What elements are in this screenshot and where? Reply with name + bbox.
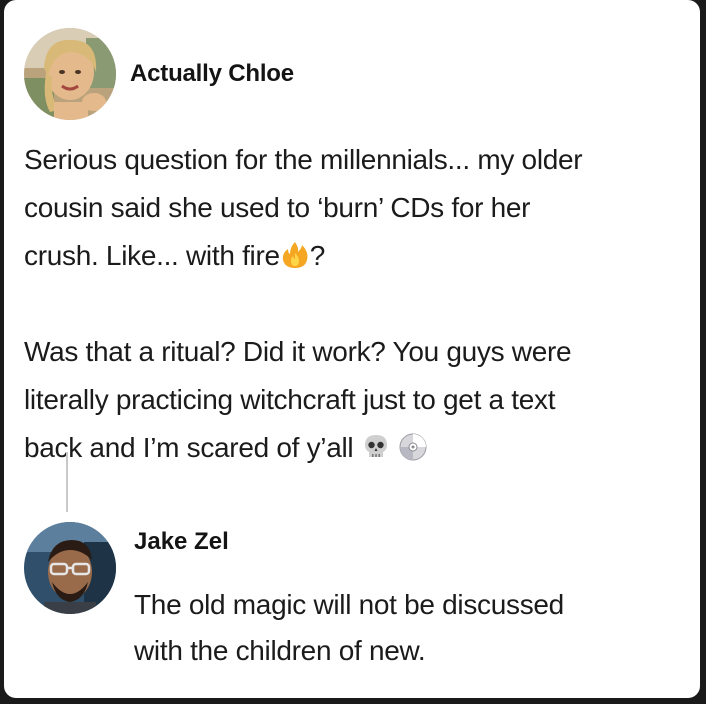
reply-author-name[interactable]: Jake Zel [134,528,229,556]
thread-connector [66,452,68,512]
post-line-text: back and I’m scared of y’all [24,432,354,463]
skull-icon [361,429,391,459]
avatar[interactable] [24,28,116,120]
post-line: Serious question for the millennials... … [24,144,583,175]
post-text: Serious question for the millennials... … [24,136,692,472]
post-line-suffix: ? [309,240,326,271]
post-line: crush. Like... with fire ? [24,232,692,280]
reply-text: The old magic will not be discussed with… [134,582,694,674]
reply-line: The old magic will not be discussed [134,589,564,620]
post-line: back and I’m scared of y’all [24,424,692,472]
reply-avatar[interactable] [24,522,116,614]
reply-line: with the children of new. [134,635,426,666]
fire-icon [280,237,310,268]
post-line: literally practicing witchcraft just to … [24,384,556,415]
post-card: Actually Chloe Serious question for the … [4,0,700,698]
post-line: cousin said she used to ‘burn’ CDs for h… [24,192,531,223]
post-line-text: crush. Like... with fire [24,240,280,271]
cd-icon [398,429,428,461]
post-line: Was that a ritual? Did it work? You guys… [24,336,572,367]
author-name[interactable]: Actually Chloe [130,60,294,88]
post-header: Actually Chloe [24,28,294,120]
